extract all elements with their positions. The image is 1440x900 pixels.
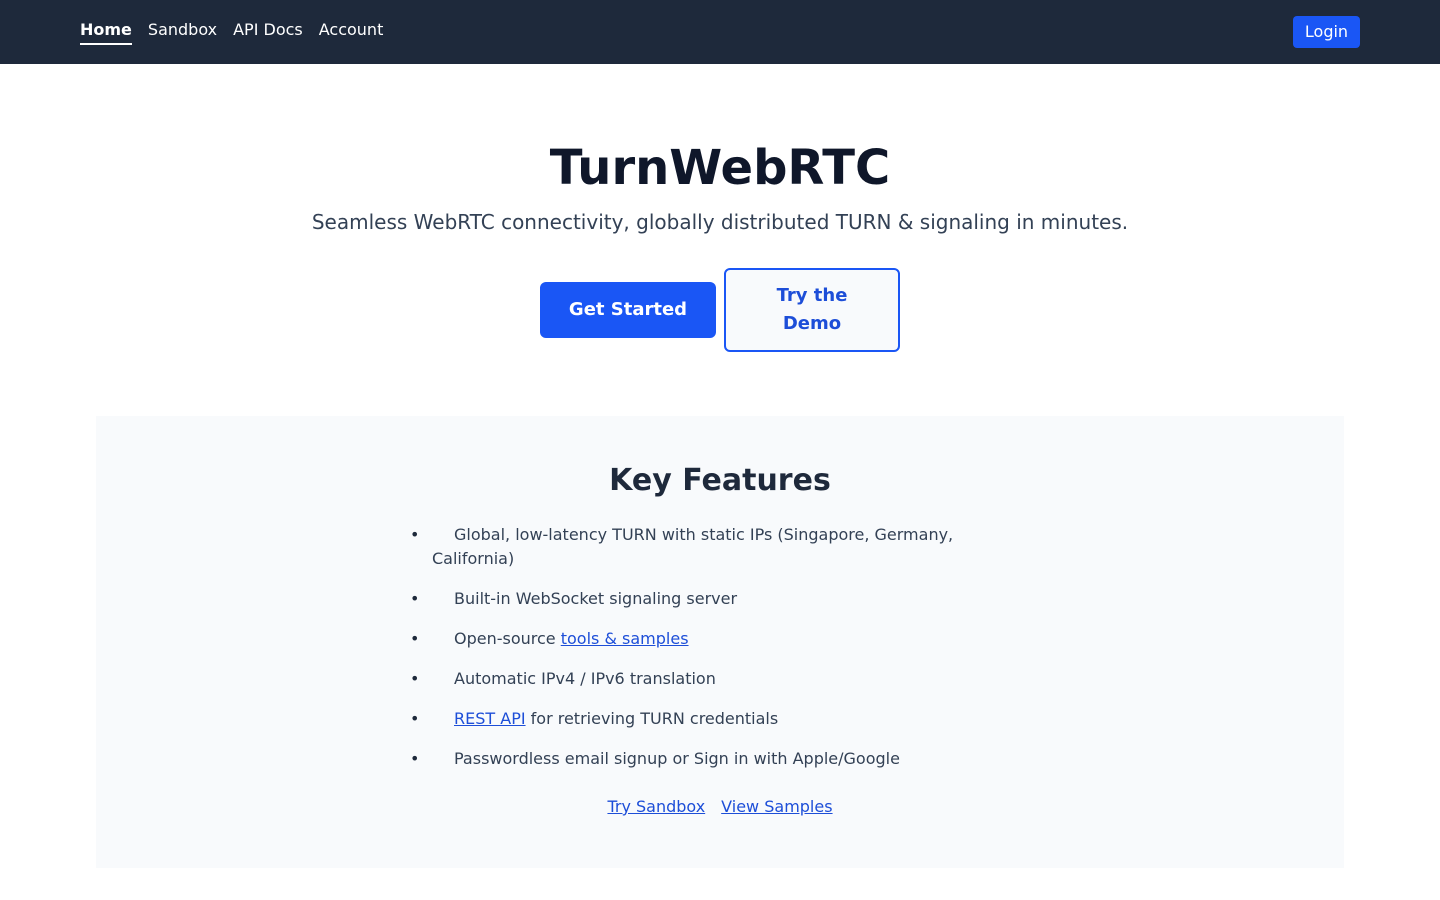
feature-item: REST API for retrieving TURN credentials <box>410 707 972 731</box>
nav-link-home[interactable]: Home <box>80 19 132 45</box>
feature-item: Automatic IPv4 / IPv6 translation <box>410 667 972 691</box>
hero-subtitle: Seamless WebRTC connectivity, globally d… <box>311 210 1129 234</box>
feature-text: Automatic IPv4 / IPv6 translation <box>454 669 716 688</box>
key-features-section: Key Features Global, low-latency TURN wi… <box>96 416 1344 868</box>
features-title: Key Features <box>609 463 831 498</box>
top-nav: Home Sandbox API Docs Account Login <box>0 0 1440 64</box>
feature-text: Built-in WebSocket signaling server <box>454 589 738 608</box>
try-demo-button[interactable]: Try the Demo <box>724 268 900 352</box>
nav-link-account[interactable]: Account <box>319 19 384 45</box>
feature-item: Built-in WebSocket signaling server <box>410 587 972 611</box>
try-sandbox-link[interactable]: Try Sandbox <box>607 796 705 818</box>
feature-list: Global, low-latency TURN with static IPs… <box>410 523 972 787</box>
nav-link-api-docs[interactable]: API Docs <box>233 19 303 45</box>
feature-item: Open-source tools & samples <box>410 627 972 651</box>
feature-item: Global, low-latency TURN with static IPs… <box>410 523 972 571</box>
features-links: Try Sandbox View Samples <box>96 796 1344 818</box>
feature-text: for retrieving TURN credentials <box>525 709 779 728</box>
hero-title: TurnWebRTC <box>549 140 891 196</box>
tools-samples-link[interactable]: tools & samples <box>561 629 689 648</box>
login-button[interactable]: Login <box>1293 16 1360 48</box>
nav-links: Home Sandbox API Docs Account <box>80 19 383 45</box>
feature-text: Passwordless email signup or Sign in wit… <box>454 749 900 768</box>
feature-item: Passwordless email signup or Sign in wit… <box>410 747 972 771</box>
feature-text: Global, low-latency TURN with static IPs… <box>432 525 954 568</box>
feature-text: Open-source <box>454 629 561 648</box>
view-samples-link[interactable]: View Samples <box>721 796 832 818</box>
get-started-button[interactable]: Get Started <box>540 282 716 338</box>
nav-link-sandbox[interactable]: Sandbox <box>148 19 217 45</box>
rest-api-link[interactable]: REST API <box>454 709 526 728</box>
